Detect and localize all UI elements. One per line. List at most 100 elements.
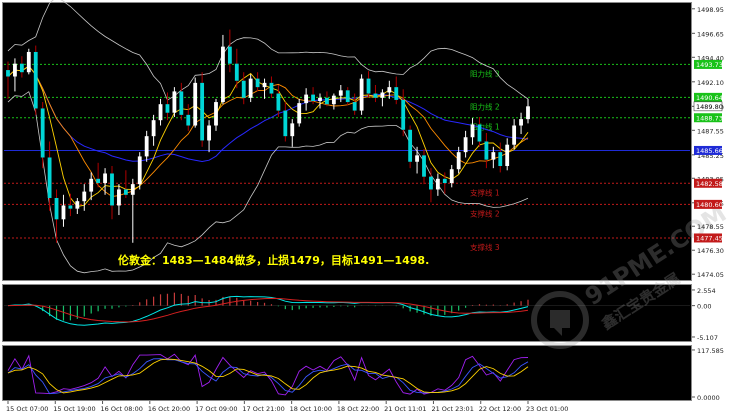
- candle-body: [47, 157, 52, 198]
- candle-body: [193, 82, 198, 126]
- candle-body: [241, 80, 246, 98]
- price-tag-label: 1493.73: [696, 61, 723, 69]
- candle-body: [221, 46, 225, 103]
- candle-body: [248, 78, 253, 98]
- candle-body: [33, 51, 38, 109]
- candle-body: [325, 97, 329, 105]
- candle-body: [61, 205, 66, 220]
- candle-body: [227, 46, 232, 64]
- main-panel[interactable]: [2, 2, 692, 281]
- candle-body: [311, 94, 315, 101]
- candle-body: [449, 169, 454, 184]
- candle-body: [96, 178, 101, 184]
- candle-body: [380, 92, 385, 98]
- candle-body: [255, 78, 260, 88]
- time-tick-label: 17 Oct 09:00: [195, 405, 237, 413]
- candle-body: [144, 136, 149, 157]
- level-label-resistance: 阻力线 3: [470, 68, 500, 78]
- candle-body: [130, 184, 135, 195]
- time-tick-label: 22 Oct 12:00: [479, 405, 521, 413]
- candle-body: [429, 176, 433, 190]
- candle-body: [179, 91, 184, 115]
- candle-body: [435, 178, 440, 190]
- candle-body: [408, 129, 413, 162]
- candle-body: [40, 108, 45, 158]
- candle-body: [491, 152, 496, 160]
- candle-body: [13, 63, 17, 77]
- time-tick-label: 16 Oct 20:00: [148, 405, 190, 413]
- macd-tick-label: -5.107: [697, 334, 718, 342]
- candle-body: [297, 103, 302, 124]
- price-tag-label: 1482.58: [696, 180, 723, 188]
- candle-body: [207, 125, 211, 141]
- macd-tick-label: 2.554: [697, 287, 716, 295]
- candle-body: [318, 97, 322, 101]
- candle-body: [359, 78, 364, 111]
- candle-body: [387, 87, 392, 93]
- price-tick-label: 1478.55: [697, 223, 724, 231]
- candle-body: [117, 189, 121, 206]
- candle-body: [262, 82, 267, 88]
- candle-body: [519, 119, 523, 126]
- candle-body: [366, 78, 371, 94]
- time-tick-label: 21 Oct 11:01: [384, 405, 426, 413]
- candle-body: [110, 173, 114, 206]
- oscillator-panel[interactable]: [2, 345, 692, 401]
- oscillator-tick-label: 0.0000: [697, 394, 720, 402]
- candle-body: [165, 104, 170, 113]
- price-tick-label: 1498.95: [697, 6, 724, 14]
- candle-body: [498, 152, 503, 167]
- candle-body: [6, 70, 10, 77]
- time-tick-label: 21 Oct 23:01: [431, 405, 473, 413]
- candle-body: [151, 120, 156, 137]
- candle-body: [234, 63, 239, 81]
- time-tick-label: 18 Oct 22:00: [337, 405, 379, 413]
- price-tick-label: 1496.65: [697, 30, 724, 38]
- candle-body: [82, 191, 87, 202]
- candle-body: [283, 110, 288, 137]
- level-label-support: 支撑线 1: [470, 187, 500, 197]
- candle-body: [172, 91, 177, 113]
- candle-body: [200, 82, 205, 141]
- time-tick-label: 23 Oct 01:00: [526, 405, 568, 413]
- level-label-support: 支撑线 2: [470, 208, 500, 218]
- trading-chart[interactable]: 阻力线 3 阻力线 2 阻力线 1 支撑线 1 支撑线 2 支撑线 3 伦敦金：1483—…: [0, 0, 731, 414]
- price-tick-label: 1476.30: [697, 247, 724, 255]
- candle-body: [137, 156, 142, 185]
- candle-body: [269, 82, 274, 94]
- candle-body: [331, 95, 336, 105]
- time-tick-label: 18 Oct 10:00: [290, 405, 332, 413]
- oscillator-axis: 117.585 0.0000: [692, 347, 724, 402]
- candle-body: [54, 197, 59, 220]
- macd-axis: 2.554 0.00 -5.107: [692, 287, 718, 342]
- candle-body: [415, 155, 419, 162]
- time-tick-label: 16 Oct 08:00: [101, 405, 143, 413]
- time-axis: 15 Oct 07:00 15 Oct 19:00 16 Oct 08:00 16 O…: [6, 401, 568, 413]
- oscillator-tick-label: 117.585: [697, 347, 724, 355]
- candle-body: [75, 201, 80, 209]
- price-tag-label: 1490.64: [696, 94, 723, 102]
- candle-body: [89, 178, 94, 192]
- candle-body: [19, 63, 24, 73]
- candle-body: [123, 189, 128, 195]
- candle-body: [186, 114, 191, 126]
- candle-body: [338, 90, 343, 96]
- price-tag-label: 1488.73: [696, 114, 723, 122]
- price-tick-label: 1487.55: [697, 127, 724, 135]
- candle-body: [477, 124, 482, 142]
- price-tick-label: 1492.10: [697, 79, 724, 87]
- candle-body: [26, 51, 31, 73]
- candle-body: [290, 123, 295, 137]
- price-tag-label: 1477.45: [696, 235, 723, 243]
- candle-body: [526, 106, 530, 120]
- time-tick-label: 15 Oct 07:00: [6, 405, 48, 413]
- candle-body: [103, 173, 107, 184]
- candle-body: [68, 205, 73, 209]
- candle-body: [401, 99, 406, 130]
- level-label-resistance: 阻力线 1: [470, 122, 500, 132]
- price-tag-label: 1480.60: [696, 201, 723, 209]
- candle-body: [345, 90, 350, 103]
- candle-body: [505, 144, 510, 167]
- candle-body: [394, 87, 399, 100]
- level-label-support: 支撑线 3: [470, 242, 500, 252]
